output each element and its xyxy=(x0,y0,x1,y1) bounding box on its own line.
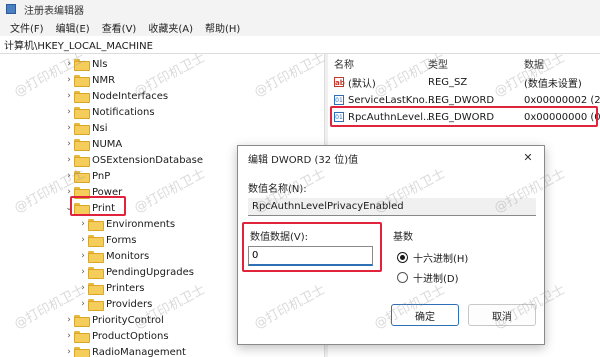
folder-icon xyxy=(74,91,90,103)
chevron-right-icon[interactable]: › xyxy=(78,267,88,277)
tree-item-environments[interactable]: › Environments xyxy=(78,216,175,232)
folder-icon xyxy=(74,315,90,327)
tree-item-notifications[interactable]: › Notifications xyxy=(64,104,155,120)
hex-radio[interactable]: 十六进制(H) xyxy=(397,250,468,265)
base-group: 基数 十六进制(H) 十进制(D) xyxy=(389,228,535,290)
title-bar: 注册表编辑器 xyxy=(0,0,600,18)
folder-icon xyxy=(74,139,90,151)
chevron-right-icon[interactable]: › xyxy=(64,155,74,165)
folder-icon xyxy=(88,235,104,247)
close-icon[interactable]: ✕ xyxy=(520,150,536,166)
chevron-right-icon[interactable]: › xyxy=(64,347,74,357)
chevron-right-icon[interactable]: › xyxy=(64,123,74,133)
chevron-right-icon[interactable]: › xyxy=(64,315,74,325)
window-title: 注册表编辑器 xyxy=(24,5,84,17)
chevron-right-icon[interactable]: › xyxy=(78,235,88,245)
print-highlight-box xyxy=(70,196,126,216)
chevron-right-icon[interactable]: › xyxy=(78,299,88,309)
chevron-right-icon[interactable]: › xyxy=(78,219,88,229)
folder-icon xyxy=(88,283,104,295)
tree-item-prioritycontrol[interactable]: › PriorityControl xyxy=(64,312,164,328)
value-data-highlight-box xyxy=(242,222,382,272)
menu-favorites[interactable]: 收藏夹(A) xyxy=(142,20,199,35)
menu-edit[interactable]: 编辑(E) xyxy=(50,20,96,35)
column-header-data[interactable]: 数据 xyxy=(524,56,544,71)
menu-view[interactable]: 查看(V) xyxy=(96,20,143,35)
string-value-icon: ab xyxy=(334,77,345,87)
decimal-radio[interactable]: 十进制(D) xyxy=(397,270,459,285)
value-name-field: RpcAuthnLevelPrivacyEnabled xyxy=(248,198,536,216)
chevron-right-icon[interactable]: › xyxy=(78,251,88,261)
chevron-right-icon[interactable]: › xyxy=(64,139,74,149)
rpc-value-highlight-box xyxy=(330,106,598,127)
radio-unselected-icon[interactable] xyxy=(397,272,408,283)
tree-item-monitors[interactable]: › Monitors xyxy=(78,248,149,264)
folder-icon xyxy=(88,299,104,311)
cancel-button[interactable]: 取消 xyxy=(468,304,536,326)
folder-icon xyxy=(74,75,90,87)
chevron-right-icon[interactable]: › xyxy=(64,331,74,341)
tree-item-pendingupgrades[interactable]: › PendingUpgrades xyxy=(78,264,194,280)
folder-icon xyxy=(88,251,104,263)
folder-icon xyxy=(74,59,90,71)
tree-item-osextensiondatabase[interactable]: › OSExtensionDatabase xyxy=(64,152,203,168)
radio-selected-icon[interactable] xyxy=(397,252,408,263)
chevron-right-icon[interactable]: › xyxy=(64,107,74,117)
tree-item-nmr[interactable]: › NMR xyxy=(64,72,115,88)
ok-button[interactable]: 确定 xyxy=(391,304,459,326)
column-header-type[interactable]: 类型 xyxy=(428,56,448,71)
tree-item-numa[interactable]: › NUMA xyxy=(64,136,122,152)
tree-item-nls[interactable]: › Nls xyxy=(64,56,107,72)
binary-value-icon: 01 xyxy=(334,95,344,105)
dialog-title: 编辑 DWORD (32 位)值 xyxy=(248,154,359,166)
chevron-right-icon[interactable]: › xyxy=(64,91,74,101)
address-bar[interactable]: 计算机\HKEY_LOCAL_MACHINE xyxy=(0,36,600,54)
tree-item-forms[interactable]: › Forms xyxy=(78,232,136,248)
menu-help[interactable]: 帮助(H) xyxy=(199,20,246,35)
folder-icon xyxy=(88,267,104,279)
tree-item-nodeinterfaces[interactable]: › NodeInterfaces xyxy=(64,88,168,104)
chevron-right-icon[interactable]: › xyxy=(78,283,88,293)
edit-dword-dialog: 编辑 DWORD (32 位)值 ✕ 数值名称(N): RpcAuthnLeve… xyxy=(237,145,545,345)
folder-icon xyxy=(74,107,90,119)
folder-icon xyxy=(74,123,90,135)
column-header-name[interactable]: 名称 xyxy=(334,56,354,71)
base-label: 基数 xyxy=(393,232,413,243)
folder-icon xyxy=(74,347,90,357)
menu-bar: 文件(F) 编辑(E) 查看(V) 收藏夹(A) 帮助(H) xyxy=(0,18,600,36)
folder-icon xyxy=(74,171,90,183)
folder-icon xyxy=(74,331,90,343)
tree-item-providers[interactable]: › Providers xyxy=(78,296,152,312)
chevron-right-icon[interactable]: › xyxy=(64,75,74,85)
tree-item-radiomanagement[interactable]: › RadioManagement xyxy=(64,344,186,357)
regedit-app-icon xyxy=(6,4,16,14)
menu-file[interactable]: 文件(F) xyxy=(4,20,50,35)
value-row[interactable]: ab (默认) REG_SZ (数值未设置) xyxy=(334,74,582,90)
tree-item-nsi[interactable]: › Nsi xyxy=(64,120,107,136)
folder-icon xyxy=(88,219,104,231)
tree-item-productoptions[interactable]: › ProductOptions xyxy=(64,328,169,344)
value-name-label: 数值名称(N): xyxy=(248,184,307,195)
tree-item-pnp[interactable]: › PnP xyxy=(64,168,110,184)
folder-icon xyxy=(74,155,90,167)
tree-item-printers[interactable]: › Printers xyxy=(78,280,144,296)
chevron-right-icon[interactable]: › xyxy=(64,59,74,69)
chevron-right-icon[interactable]: › xyxy=(64,171,74,181)
